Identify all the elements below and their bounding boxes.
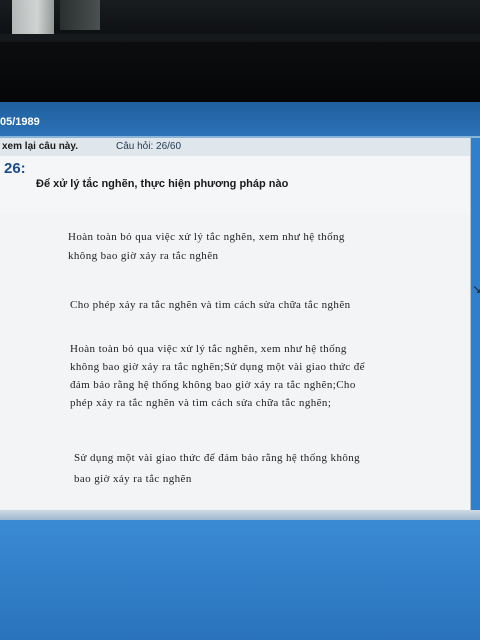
question-counter: Câu hỏi: 26/60 [116,141,182,152]
answer-option-text: Sử dụng một vài giao thức để đảm bảo rằn… [74,452,361,485]
background-window-reflection [12,0,54,34]
exam-header-bar: 05/1989 [0,102,480,138]
answer-option[interactable]: Cho phép xảy ra tắc nghẽn và tìm cách sử… [0,284,470,329]
answer-option-text: Hoàn toàn bỏ qua việc xử lý tắc nghẽn, x… [68,231,345,262]
mouse-cursor-icon: ↘ [472,282,480,296]
answer-option-text: Cho phép xảy ra tắc nghẽn và tìm cách sử… [70,299,351,311]
question-number: 26: [4,160,26,177]
review-question-link[interactable]: xem lại câu này. [2,141,78,152]
question-text: Để xử lý tắc nghẽn, thực hiện phương phá… [36,178,289,190]
answer-option[interactable]: Hoàn toàn bỏ qua việc xử lý tắc nghẽn, x… [0,328,470,435]
question-info-bar: xem lại câu này. Câu hỏi: 26/60 [0,138,470,157]
background-shadow [60,0,100,30]
date-text: 05/1989 [0,116,40,128]
desktop-background [0,520,480,640]
answer-option-text: Hoàn toàn bỏ qua việc xử lý tắc nghẽn, x… [70,343,365,409]
answer-option[interactable]: Hoàn toàn bỏ qua việc xử lý tắc nghẽn, x… [0,214,470,285]
panel-bottom-border [0,510,480,520]
question-panel: xem lại câu này. Câu hỏi: 26/60 26: Để x… [0,138,471,510]
screen: 05/1989 xem lại câu này. Câu hỏi: 26/60 … [0,102,480,640]
question-block: 26: Để xử lý tắc nghẽn, thực hiện phương… [0,156,470,215]
answer-option[interactable]: Sử dụng một vài giao thức để đảm bảo rằn… [0,434,470,510]
monitor-edge [0,34,480,42]
